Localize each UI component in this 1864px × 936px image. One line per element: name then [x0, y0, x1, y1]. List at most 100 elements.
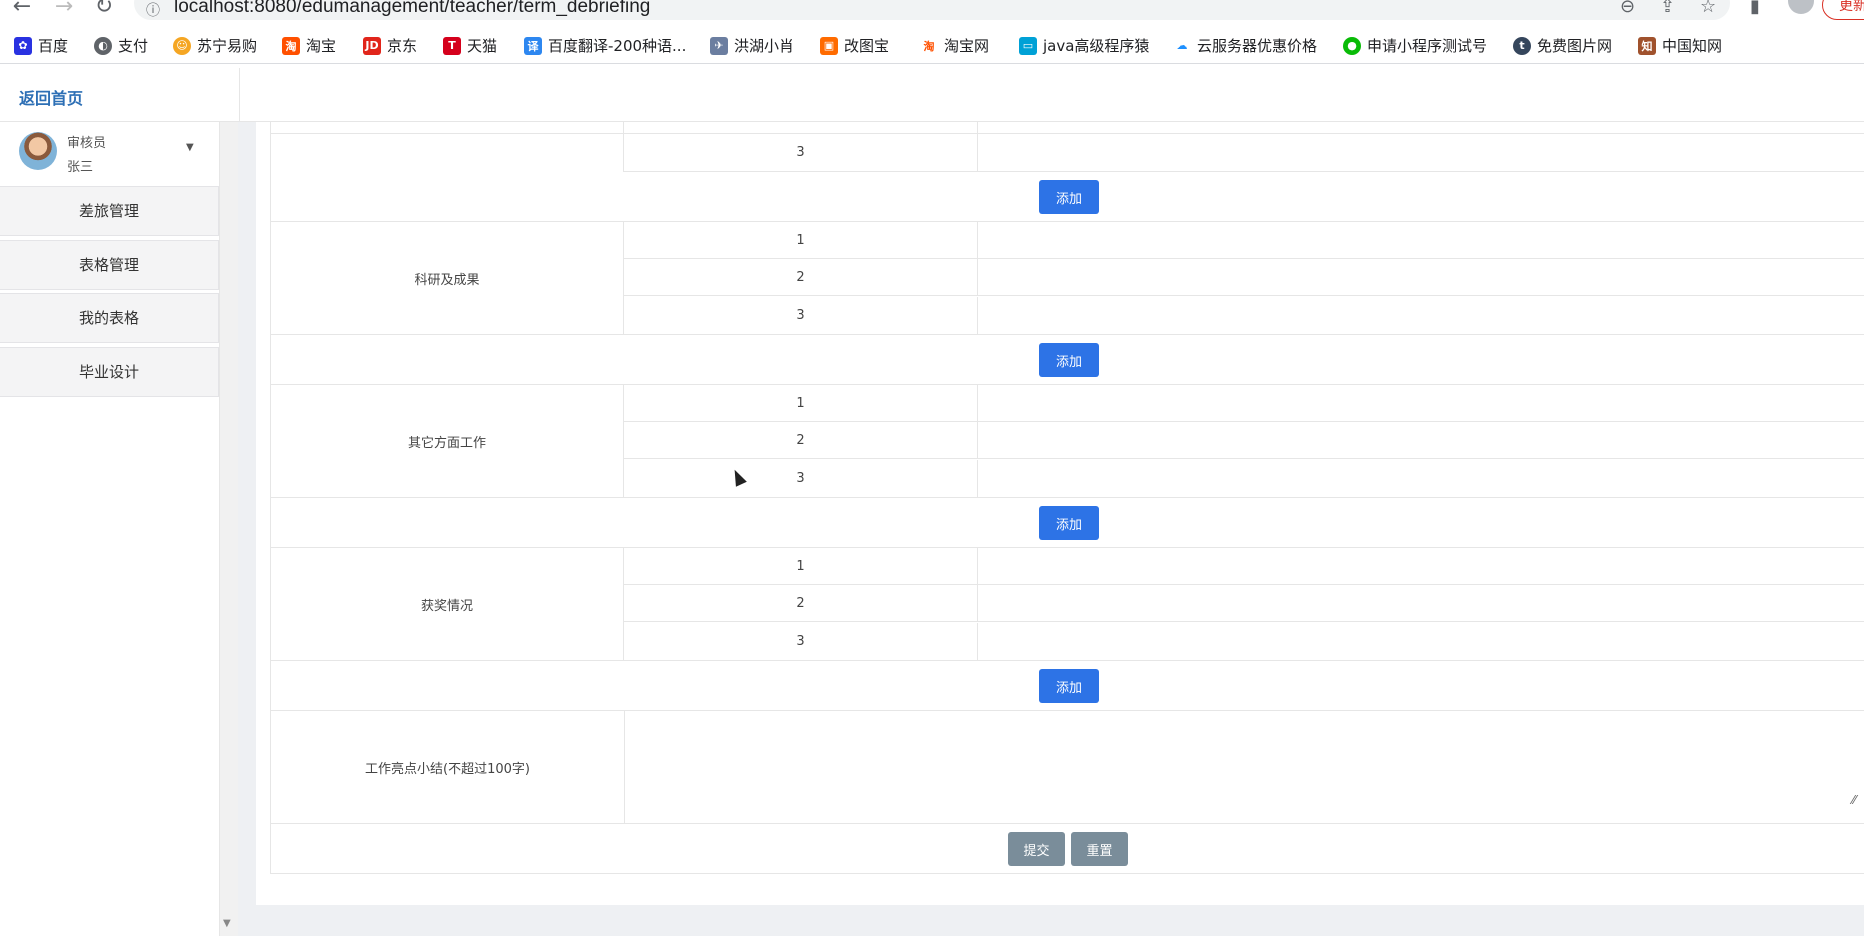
value-input[interactable]	[978, 222, 1864, 259]
category-label: 科研及成果	[270, 222, 624, 335]
back-arrow-icon[interactable]: ←	[10, 0, 34, 19]
value-input[interactable]	[978, 548, 1864, 585]
cnki-icon: 知	[1638, 36, 1656, 55]
value-input[interactable]	[978, 385, 1864, 422]
star-icon[interactable]: ☆	[1700, 0, 1716, 17]
sidebar-panel-icon[interactable]: ▮	[1750, 0, 1760, 17]
value-input[interactable]	[978, 134, 1864, 172]
table-row: 3	[270, 134, 1864, 172]
number-cell: 1	[624, 385, 978, 422]
zoom-icon[interactable]: ⊖	[1620, 0, 1635, 17]
bookmark-item[interactable]: 淘 淘宝网	[920, 35, 989, 56]
update-button[interactable]: 更新	[1822, 0, 1864, 20]
number-cell	[624, 122, 978, 134]
summary-row: 工作亮点小结(不超过100字) ⁄⁄	[270, 711, 1864, 824]
reset-button[interactable]: 重置	[1071, 832, 1128, 866]
bookmark-label: 京东	[387, 37, 418, 55]
summary-label: 工作亮点小结(不超过100字)	[271, 711, 625, 823]
value-input[interactable]	[978, 297, 1864, 335]
user-name: 张三	[67, 160, 94, 175]
submit-button[interactable]: 提交	[1008, 832, 1065, 866]
bookmark-label: 洪湖小肖	[734, 37, 795, 55]
bookmark-label: 百度	[38, 37, 69, 55]
sidebar-item-travel[interactable]: 差旅管理	[0, 186, 219, 236]
summary-textarea[interactable]	[625, 711, 1864, 823]
t-icon: t	[1513, 36, 1531, 55]
value-input[interactable]	[978, 623, 1864, 661]
profile-icon[interactable]	[1788, 0, 1814, 14]
taobao-icon: 淘	[920, 36, 938, 55]
category-cell	[270, 134, 624, 172]
bookmark-item[interactable]: 淘 淘宝	[282, 35, 336, 56]
bookmark-label: 天猫	[467, 37, 498, 55]
app-root: 返回首页 审核员 张三 ▼ 差旅管理 表格管理 我的表格 毕业设计 ▼ 3 添加	[0, 68, 1864, 936]
bookmark-label: 淘宝网	[944, 37, 990, 55]
jd-icon: JD	[363, 36, 381, 55]
resize-handle-icon[interactable]: ⁄⁄	[1852, 793, 1856, 807]
bookmark-item[interactable]: ◐ 支付	[94, 35, 148, 56]
sidebar-item-my-tables[interactable]: 我的表格	[0, 293, 219, 343]
add-row: 添加	[270, 498, 1864, 548]
category-label: 获奖情况	[270, 548, 624, 661]
number-cell: 1	[624, 222, 978, 259]
share-icon[interactable]: ⇪	[1660, 0, 1675, 17]
scroll-down-arrow-icon[interactable]: ▼	[223, 918, 231, 929]
number-cell: 2	[624, 422, 978, 459]
brand-area: 返回首页	[0, 68, 240, 122]
home-link[interactable]: 返回首页	[19, 85, 83, 109]
avatar	[19, 132, 57, 170]
bookmark-item[interactable]: ☺ 苏宁易购	[173, 35, 257, 56]
bookmarks-bar: ✿ 百度 ◐ 支付 ☺ 苏宁易购 淘 淘宝 JD 京东 T 天猫 译 百度翻译-…	[0, 28, 1864, 64]
number-cell: 2	[624, 259, 978, 296]
value-input[interactable]	[978, 460, 1864, 498]
bookmark-item[interactable]: 译 百度翻译-200种语...	[524, 35, 686, 56]
cloud-icon: ☁	[1173, 36, 1191, 55]
add-button[interactable]: 添加	[1039, 669, 1099, 703]
wechat-icon: ●	[1343, 36, 1361, 55]
value-input[interactable]	[978, 259, 1864, 296]
bookmark-item[interactable]: JD 京东	[363, 35, 417, 56]
bookmark-label: 申请小程序测试号	[1367, 37, 1488, 55]
add-button[interactable]: 添加	[1039, 506, 1099, 540]
bookmark-item[interactable]: T 天猫	[443, 35, 497, 56]
bookmark-label: 苏宁易购	[197, 37, 258, 55]
add-button[interactable]: 添加	[1039, 343, 1099, 377]
add-row: 添加	[270, 172, 1864, 222]
sidebar-item-table-management[interactable]: 表格管理	[0, 240, 219, 290]
bookmark-label: java高级程序猿	[1043, 37, 1150, 55]
tv-icon: ▭	[1019, 36, 1037, 55]
number-cell: 3	[624, 297, 978, 335]
taobao-icon: 淘	[282, 36, 300, 55]
value-input[interactable]	[978, 585, 1864, 622]
action-row: 提交 重置	[270, 824, 1864, 874]
caret-down-icon[interactable]: ▼	[186, 142, 194, 153]
browser-address-bar: ← → ↻ ⓘ localhost:8080/edumanagement/tea…	[0, 0, 1864, 22]
info-icon[interactable]: ⓘ	[146, 0, 160, 20]
add-row: 添加	[270, 661, 1864, 711]
bookmark-item[interactable]: ✈ 洪湖小肖	[710, 35, 794, 56]
bookmark-item[interactable]: ☁ 云服务器优惠价格	[1173, 35, 1317, 56]
reload-icon[interactable]: ↻	[92, 0, 116, 19]
tmall-icon: T	[443, 36, 461, 55]
user-role: 审核员	[67, 136, 107, 151]
category-label: 其它方面工作	[270, 385, 624, 498]
bookmark-item[interactable]: t 免费图片网	[1513, 35, 1612, 56]
add-button[interactable]: 添加	[1039, 180, 1099, 214]
bookmark-item[interactable]: ▣ 改图宝	[820, 35, 889, 56]
bookmark-label: 云服务器优惠价格	[1197, 37, 1318, 55]
bookmark-item[interactable]: ✿ 百度	[14, 35, 68, 56]
bookmark-item[interactable]: ● 申请小程序测试号	[1343, 35, 1487, 56]
number-cell: 3	[624, 460, 978, 498]
sidebar-item-graduation-design[interactable]: 毕业设计	[0, 347, 219, 397]
globe-icon: ◐	[94, 36, 112, 55]
forward-arrow-icon[interactable]: →	[52, 0, 76, 19]
bookmark-label: 淘宝	[306, 37, 337, 55]
sidebar-scrollbar[interactable]	[220, 122, 238, 936]
bookmark-item[interactable]: ▭ java高级程序猿	[1019, 35, 1149, 56]
value-input[interactable]	[978, 422, 1864, 459]
bookmark-item[interactable]: 知 中国知网	[1638, 35, 1722, 56]
url-text[interactable]: localhost:8080/edumanagement/teacher/ter…	[174, 0, 650, 18]
number-cell: 3	[624, 623, 978, 661]
image-icon: ▣	[820, 36, 838, 55]
user-panel[interactable]: 审核员 张三 ▼	[0, 122, 220, 186]
